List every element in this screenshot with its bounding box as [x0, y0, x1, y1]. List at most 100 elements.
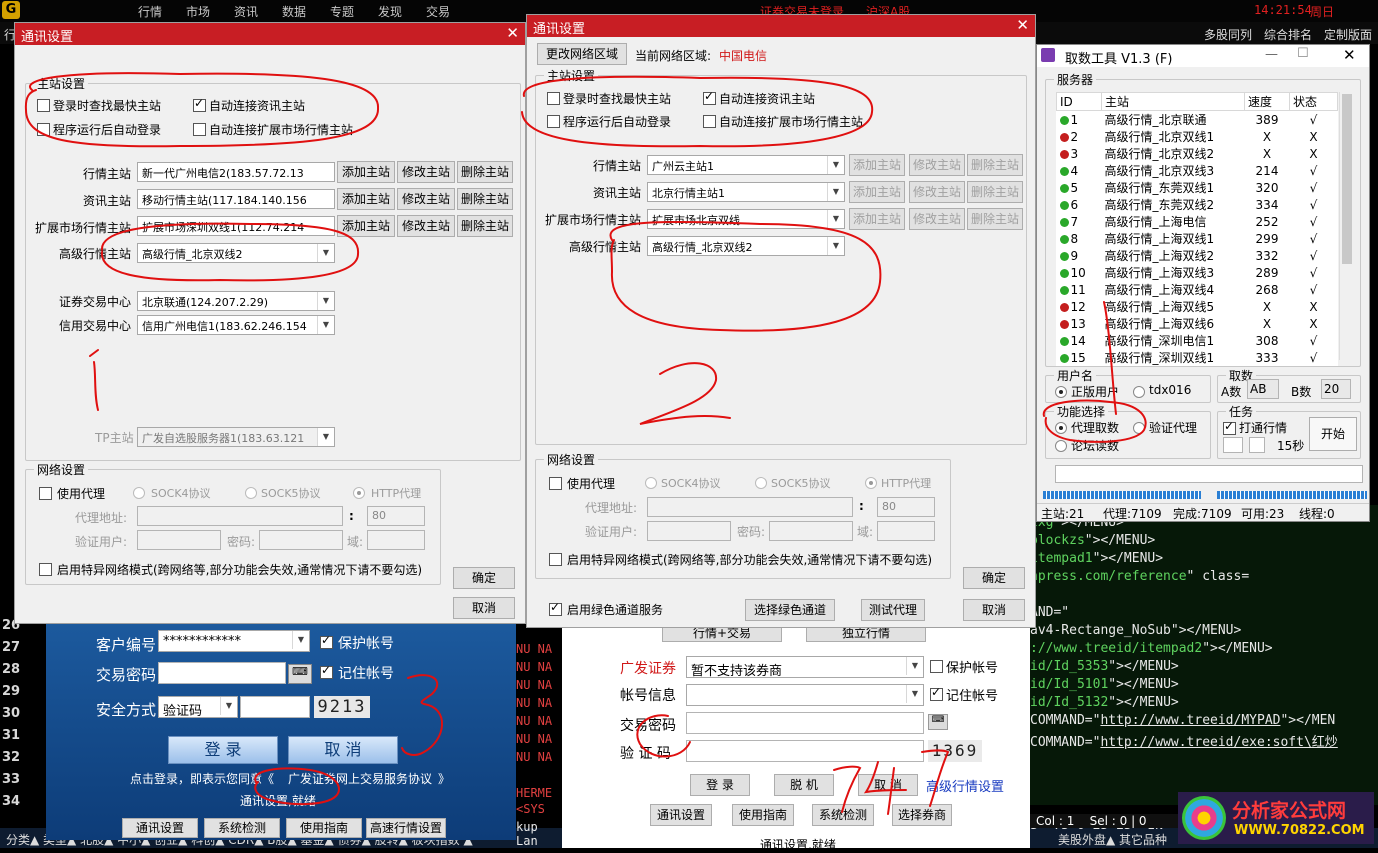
- comm-settings-button[interactable]: 通讯设置: [650, 804, 712, 826]
- special-mode-checkbox[interactable]: [549, 553, 562, 566]
- cancel-button[interactable]: 取消: [963, 599, 1025, 621]
- delete-station-button[interactable]: 删除主站: [457, 215, 513, 237]
- protect-account-checkbox[interactable]: [320, 633, 333, 649]
- func-verify-radio[interactable]: [1133, 422, 1145, 434]
- server-row[interactable]: 11 高级行情_上海双线4 268 √: [1057, 281, 1338, 298]
- menu-jiaoyi[interactable]: 交易: [426, 3, 450, 20]
- special-mode-checkbox[interactable]: [39, 563, 52, 576]
- login-button[interactable]: 登 录: [690, 774, 750, 796]
- task-field-a[interactable]: [1223, 437, 1243, 453]
- chevron-down-icon[interactable]: ▼: [827, 156, 844, 174]
- credit-center-combo[interactable]: 信用广州电信1(183.62.246.154 ▼: [137, 315, 335, 335]
- login-button[interactable]: 登 录: [168, 736, 278, 764]
- menu-shichang[interactable]: 市场: [186, 3, 210, 20]
- adv-quote-settings-link[interactable]: 高级行情设置: [926, 776, 1004, 795]
- start-button[interactable]: 开始: [1309, 417, 1357, 451]
- captcha-image[interactable]: 9213: [314, 696, 370, 718]
- chevron-down-icon[interactable]: ▼: [827, 183, 844, 201]
- info-station-combo[interactable]: 移动行情主站(117.184.140.156: [137, 189, 335, 209]
- server-row[interactable]: 3 高级行情_北京双线2 X X: [1057, 145, 1338, 162]
- other-tabs-text[interactable]: 美股外盘▲ 其它品种: [1058, 831, 1167, 848]
- server-row[interactable]: 7 高级行情_上海电信 252 √: [1057, 213, 1338, 230]
- ok-button[interactable]: 确定: [453, 567, 515, 589]
- adv-station-combo[interactable]: 高级行情_北京双线2 ▼: [137, 243, 335, 263]
- custom-layout-button[interactable]: 定制版面: [1324, 26, 1372, 43]
- server-row[interactable]: 15 高级行情_深圳双线1 333 √: [1057, 349, 1338, 366]
- b-count-input[interactable]: 20: [1321, 379, 1351, 399]
- client-no-combo[interactable]: ************ ▼: [158, 630, 310, 652]
- change-area-button[interactable]: 更改网络区域: [537, 43, 627, 65]
- ok-button[interactable]: 确定: [963, 567, 1025, 589]
- chevron-down-icon[interactable]: ▼: [827, 210, 844, 228]
- agreement-link[interactable]: 广发证券网上交易服务协议: [288, 770, 432, 787]
- trade-pwd-input[interactable]: [158, 662, 286, 684]
- choose-broker-button[interactable]: 选择券商: [892, 804, 952, 826]
- menu-hangqing[interactable]: 行情: [138, 3, 162, 20]
- cancel-button[interactable]: 取 消: [858, 774, 918, 796]
- minimize-icon[interactable]: —: [1265, 47, 1278, 62]
- offline-button[interactable]: 脱 机: [774, 774, 834, 796]
- chevron-down-icon[interactable]: ▼: [220, 697, 237, 715]
- edit-station-button[interactable]: 修改主站: [397, 215, 455, 237]
- scrollbar-thumb[interactable]: [1342, 94, 1352, 264]
- user-guide-button[interactable]: 使用指南: [732, 804, 794, 826]
- rank-button[interactable]: 综合排名: [1264, 26, 1312, 43]
- test-proxy-button[interactable]: 测试代理: [861, 599, 925, 621]
- system-check-button[interactable]: 系统检测: [812, 804, 874, 826]
- chevron-down-icon[interactable]: ▼: [292, 631, 309, 649]
- server-row[interactable]: 9 高级行情_上海双线2 332 √: [1057, 247, 1338, 264]
- fast-quote-settings-button[interactable]: 高速行情设置: [366, 818, 446, 838]
- server-row[interactable]: 8 高级行情_上海双线1 299 √: [1057, 230, 1338, 247]
- server-row[interactable]: 12 高级行情_上海双线5 X X: [1057, 298, 1338, 315]
- use-proxy-checkbox[interactable]: [549, 477, 562, 490]
- quote-station-combo[interactable]: 新一代广州电信2(183.57.72.13: [137, 162, 335, 182]
- col-id[interactable]: ID: [1056, 92, 1102, 111]
- server-row[interactable]: 5 高级行情_东莞双线1 320 √: [1057, 179, 1338, 196]
- comm-settings-button[interactable]: 通讯设置: [122, 818, 198, 838]
- quote-station-combo[interactable]: 广州云主站1 ▼: [647, 155, 845, 175]
- add-station-button[interactable]: 添加主站: [337, 188, 395, 210]
- dialog1-titlebar[interactable]: 通讯设置 ✕: [15, 23, 525, 45]
- account-info-combo[interactable]: ▼: [686, 684, 924, 706]
- servers-scrollbar[interactable]: [1339, 92, 1354, 360]
- use-proxy-checkbox[interactable]: [39, 487, 52, 500]
- choose-green-channel-button[interactable]: 选择绿色通道: [745, 599, 835, 621]
- captcha-input[interactable]: [686, 740, 924, 762]
- adv-station-combo[interactable]: 高级行情_北京双线2 ▼: [647, 236, 845, 256]
- broker-combo[interactable]: 暂不支持该券商 ▼: [686, 656, 924, 678]
- server-row[interactable]: 13 高级行情_上海双线6 X X: [1057, 315, 1338, 332]
- dialog2-titlebar[interactable]: 通讯设置 ✕: [527, 15, 1035, 37]
- system-check-button[interactable]: 系统检测: [204, 818, 280, 838]
- col-station[interactable]: 主站: [1101, 92, 1245, 111]
- func-forum-radio[interactable]: [1055, 440, 1067, 452]
- info-station-combo[interactable]: 北京行情主站1 ▼: [647, 182, 845, 202]
- server-row[interactable]: 2 高级行情_北京双线1 X X: [1057, 128, 1338, 145]
- menu-faxian[interactable]: 发现: [378, 3, 402, 20]
- chevron-down-icon[interactable]: ▼: [906, 657, 923, 675]
- menu-shuju[interactable]: 数据: [282, 3, 306, 20]
- chevron-down-icon[interactable]: ▼: [317, 244, 334, 262]
- server-row[interactable]: 6 高级行情_东莞双线2 334 √: [1057, 196, 1338, 213]
- auto-ext-checkbox[interactable]: [193, 123, 206, 136]
- sec-center-combo[interactable]: 北京联通(124.207.2.29) ▼: [137, 291, 335, 311]
- menu-zixun[interactable]: 资讯: [234, 3, 258, 20]
- chevron-down-icon[interactable]: ▼: [317, 292, 334, 310]
- user-guide-button[interactable]: 使用指南: [286, 818, 362, 838]
- remember-account-checkbox[interactable]: [930, 685, 943, 701]
- chevron-down-icon[interactable]: ▼: [317, 316, 334, 334]
- close-icon[interactable]: ✕: [1016, 16, 1029, 34]
- auto-login-checkbox[interactable]: [37, 123, 50, 136]
- keyboard-icon[interactable]: ⌨: [928, 714, 948, 730]
- captcha-input[interactable]: [240, 696, 310, 718]
- task-field-b[interactable]: [1249, 437, 1265, 453]
- find-fastest-checkbox[interactable]: [37, 99, 50, 112]
- server-row[interactable]: 1 高级行情_北京联通 389 √: [1057, 111, 1338, 129]
- a-count-input[interactable]: AB: [1247, 379, 1279, 399]
- tool-titlebar[interactable]: 取数工具 V1.3 (F) — ☐ ✕: [1037, 45, 1369, 67]
- ext-station-combo[interactable]: 扩展市场深圳双线1(112.74.214: [137, 216, 335, 236]
- delete-station-button[interactable]: 删除主站: [457, 161, 513, 183]
- keyboard-icon[interactable]: ⌨: [288, 664, 312, 684]
- server-row[interactable]: 4 高级行情_北京双线3 214 √: [1057, 162, 1338, 179]
- close-icon[interactable]: ✕: [506, 24, 519, 42]
- remember-account-checkbox[interactable]: [320, 663, 333, 679]
